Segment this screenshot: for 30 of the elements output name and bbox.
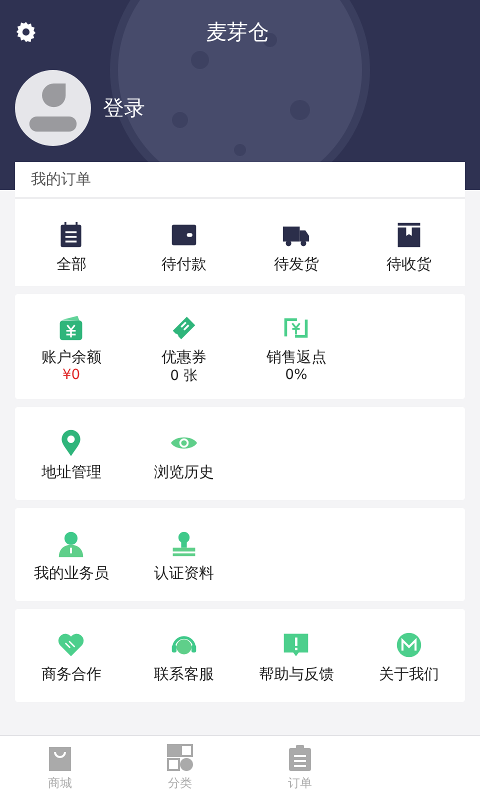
asset-value: 0% bbox=[285, 367, 308, 383]
menu-item-link[interactable]: 浏览历史 bbox=[154, 463, 214, 482]
settings-icon[interactable] bbox=[14, 20, 38, 44]
menu-item-link[interactable]: 认证资料 bbox=[154, 564, 214, 583]
orders-heading: 我的订单 bbox=[15, 162, 465, 199]
circle-logo-icon[interactable] bbox=[394, 631, 423, 659]
asset-label: 优惠券 bbox=[161, 348, 206, 367]
order-status-link[interactable]: 全部 bbox=[56, 255, 86, 274]
feedback-icon[interactable] bbox=[282, 631, 310, 659]
asset-value: 0 张 bbox=[170, 367, 198, 385]
person-icon[interactable] bbox=[57, 530, 86, 558]
asset-value: ¥0 bbox=[62, 367, 80, 383]
asset-label: 销售返点 bbox=[266, 348, 326, 367]
order-status-link[interactable]: 待付款 bbox=[161, 255, 206, 274]
asset-label: 账户余额 bbox=[41, 348, 102, 367]
menu-item-link[interactable]: 地址管理 bbox=[41, 463, 102, 482]
menu-item-link[interactable]: 联系客服 bbox=[154, 665, 214, 684]
menu-item-link[interactable]: 我的业务员 bbox=[34, 564, 109, 583]
grid-icon bbox=[167, 744, 193, 772]
handshake-icon[interactable] bbox=[57, 631, 86, 659]
order-status-link[interactable]: 待收货 bbox=[386, 255, 432, 274]
avatar-icon[interactable] bbox=[15, 70, 91, 146]
clipboard-icon bbox=[287, 744, 313, 772]
menu-item-link[interactable]: 关于我们 bbox=[378, 665, 439, 684]
app-title: 麦芽仓 bbox=[206, 19, 269, 46]
menu-item-link[interactable]: 商务合作 bbox=[41, 665, 102, 684]
order-status-link[interactable]: 待发货 bbox=[274, 255, 319, 274]
menu-item-link[interactable]: 帮助与反馈 bbox=[258, 665, 334, 684]
bag-icon bbox=[47, 744, 73, 772]
login-link[interactable]: 登录 bbox=[103, 94, 145, 122]
